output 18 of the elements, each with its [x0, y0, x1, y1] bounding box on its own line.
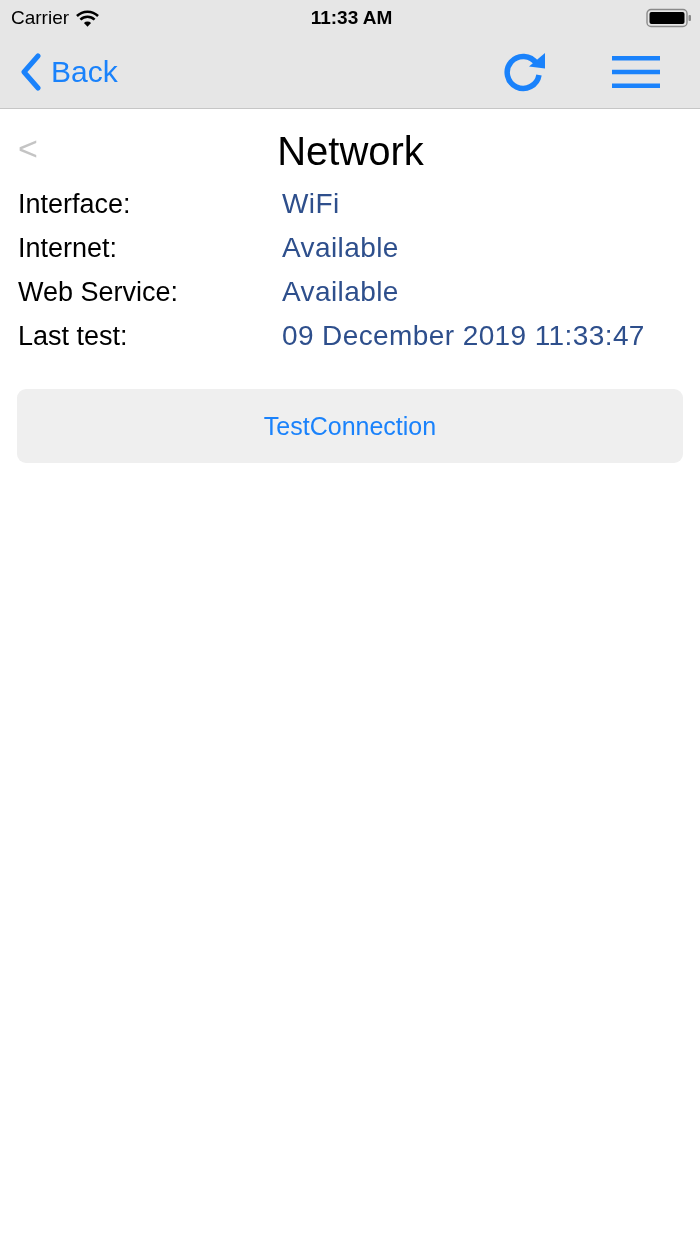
detail-value: Available [282, 232, 400, 264]
detail-value: 09 December 2019 11:33:47 [282, 320, 646, 352]
detail-label: Interface: [18, 188, 132, 220]
test-connection-button[interactable]: TestConnection [17, 389, 683, 463]
back-button[interactable]: Back [20, 53, 118, 91]
wifi-icon [76, 9, 100, 27]
detail-value: WiFi [282, 188, 341, 220]
detail-label: Last test: [18, 320, 129, 352]
status-time: 11:33 AM [310, 7, 393, 29]
detail-label: Internet: [18, 232, 119, 264]
carrier-name: Carrier [11, 7, 70, 29]
battery-icon [646, 8, 692, 28]
chevron-left-icon [20, 53, 42, 91]
detail-label: Web Service: [18, 276, 180, 308]
menu-icon[interactable] [612, 56, 660, 88]
refresh-icon[interactable] [502, 51, 546, 93]
page-title: Network [277, 129, 424, 173]
detail-value: Available [282, 276, 400, 308]
